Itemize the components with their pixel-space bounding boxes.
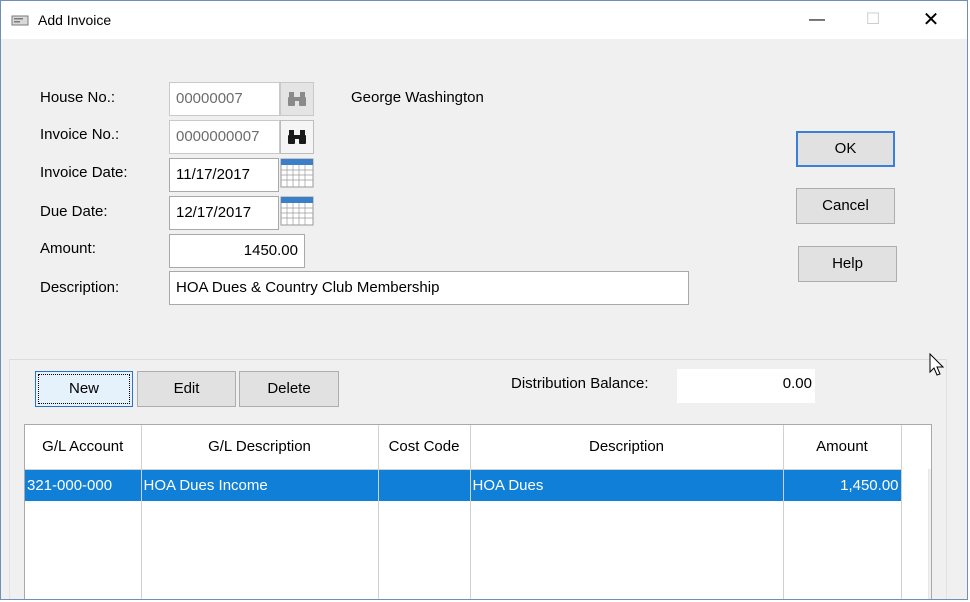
cell-cost-code[interactable]	[378, 469, 471, 501]
section-divider	[9, 359, 947, 360]
close-button[interactable]: ✕	[911, 5, 951, 35]
invoice-lookup-button[interactable]	[280, 120, 314, 154]
invoice-no-label: Invoice No.:	[40, 126, 120, 143]
cell-amount[interactable]: 1,450.00	[783, 469, 902, 501]
owner-name: George Washington	[351, 89, 484, 106]
binoculars-icon	[288, 130, 306, 144]
column-header-gl-description[interactable]: G/L Description	[141, 425, 379, 470]
table-row[interactable]: 321-000-000 HOA Dues Income HOA Dues 1,4…	[25, 469, 902, 501]
description-field[interactable]: HOA Dues & Country Club Membership	[169, 271, 689, 305]
column-header-amount[interactable]: Amount	[783, 425, 902, 470]
description-label: Description:	[40, 279, 120, 296]
invoice-date-field[interactable]: 11/17/2017	[169, 158, 279, 192]
edit-button[interactable]: Edit	[137, 371, 236, 407]
calendar-icon[interactable]	[280, 196, 314, 226]
grid-scrollbar[interactable]: ^	[928, 469, 931, 599]
ok-button[interactable]: OK	[796, 131, 895, 167]
column-header-cost-code[interactable]: Cost Code	[378, 425, 471, 470]
title-bar[interactable]: Add Invoice — ☐ ✕	[1, 1, 967, 39]
maximize-button[interactable]: ☐	[853, 5, 893, 35]
calendar-icon[interactable]	[280, 158, 314, 188]
house-no-field[interactable]: 00000007	[169, 82, 280, 116]
add-invoice-window: Add Invoice — ☐ ✕ House No.: 00000007 Ge…	[0, 0, 968, 600]
column-header-description[interactable]: Description	[470, 425, 784, 470]
app-icon	[11, 15, 29, 26]
minimize-button[interactable]: —	[797, 5, 837, 35]
invoice-no-field[interactable]: 0000000007	[169, 120, 280, 154]
binoculars-icon	[288, 92, 306, 106]
house-no-label: House No.:	[40, 89, 116, 106]
column-header-gl-account[interactable]: G/L Account	[25, 425, 142, 470]
cell-gl-account[interactable]: 321-000-000	[25, 469, 142, 501]
scroll-up-arrow-icon[interactable]: ^	[929, 469, 931, 491]
house-lookup-button[interactable]	[280, 82, 314, 116]
distribution-grid[interactable]: G/L Account G/L Description Cost Code De…	[24, 424, 932, 599]
help-button[interactable]: Help	[798, 246, 897, 282]
cancel-button[interactable]: Cancel	[796, 188, 895, 224]
window-title: Add Invoice	[38, 12, 112, 28]
amount-field[interactable]: 1450.00	[169, 234, 305, 268]
grid-header-corner	[902, 425, 931, 469]
amount-label: Amount:	[40, 240, 96, 257]
cell-gl-description[interactable]: HOA Dues Income	[141, 469, 379, 501]
due-date-label: Due Date:	[40, 203, 108, 220]
distribution-balance-value: 0.00	[677, 369, 815, 403]
invoice-date-label: Invoice Date:	[40, 164, 128, 181]
due-date-field[interactable]: 12/17/2017	[169, 196, 279, 230]
table-row-empty	[25, 501, 902, 599]
new-button[interactable]: New	[35, 371, 133, 407]
delete-button[interactable]: Delete	[239, 371, 339, 407]
cell-description[interactable]: HOA Dues	[470, 469, 784, 501]
mouse-cursor-icon	[929, 353, 945, 376]
distribution-balance-label: Distribution Balance:	[511, 375, 649, 392]
